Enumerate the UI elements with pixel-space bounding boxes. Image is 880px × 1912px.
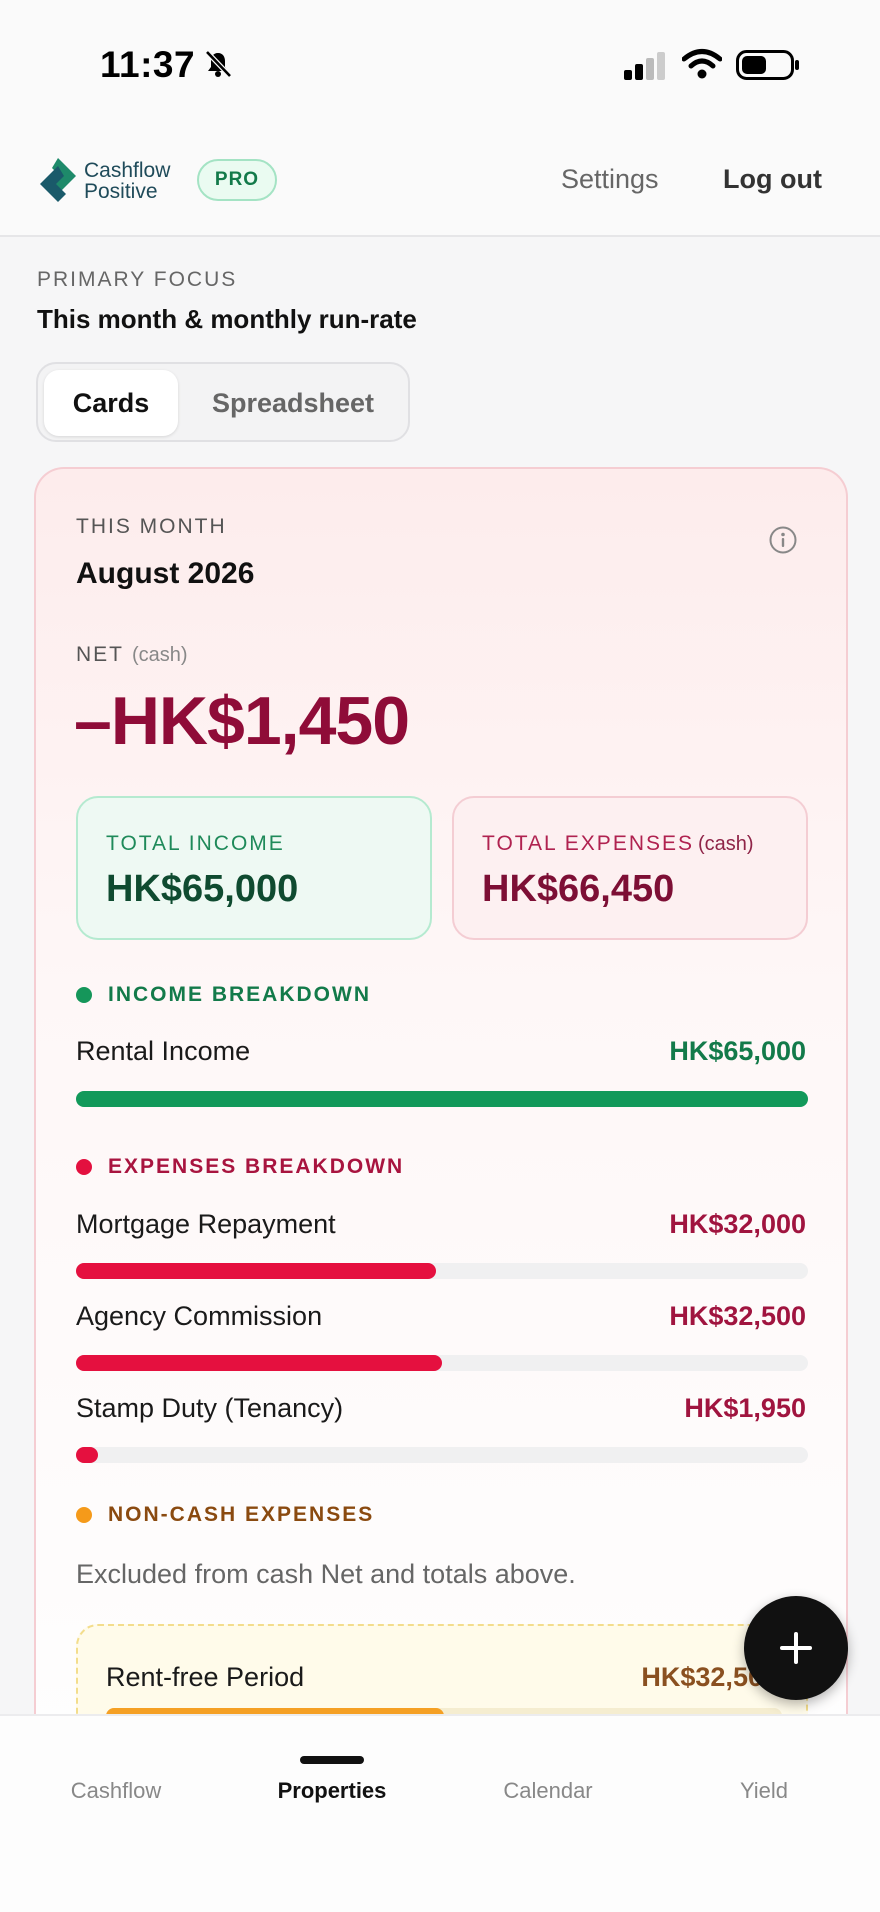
app-header: Cashflow Positive PRO Settings Log out (0, 130, 880, 237)
expense-item-label: Mortgage Repayment (76, 1209, 336, 1239)
cashflow-logo-icon[interactable] (38, 156, 78, 204)
active-tab-indicator (300, 1756, 364, 1764)
expenses-breakdown-heading: EXPENSES BREAKDOWN (76, 1155, 404, 1179)
signal-icon (624, 52, 665, 80)
total-income-value: HK$65,000 (106, 868, 299, 910)
expense-item-bar-fill (76, 1263, 437, 1279)
noncash-dot-icon (76, 1507, 92, 1523)
income-breakdown-heading: INCOME BREAKDOWN (76, 983, 371, 1007)
total-income-box: TOTAL INCOME HK$65,000 (76, 796, 432, 940)
settings-link[interactable]: Settings (561, 164, 659, 195)
tab-calendar[interactable]: Calendar (438, 1778, 658, 1804)
brand-name: Cashflow Positive (84, 159, 171, 203)
expense-item-bar-fill (76, 1355, 442, 1371)
bell-slash-icon (205, 50, 232, 78)
tab-yield[interactable]: Yield (654, 1778, 874, 1804)
spreadsheet-view-button[interactable]: Spreadsheet (184, 370, 402, 436)
primary-focus-label: PRIMARY FOCUS (37, 268, 238, 291)
plus-icon (780, 1632, 812, 1664)
expense-item-bar (76, 1355, 808, 1371)
net-value: –HK$1,450 (74, 683, 410, 759)
add-button[interactable] (744, 1596, 848, 1700)
bottom-tab-bar: Cashflow Properties Calendar Yield (0, 1714, 880, 1912)
tab-properties[interactable]: Properties (222, 1778, 442, 1804)
income-item-label: Rental Income (76, 1036, 251, 1066)
status-bar: 11:37 (0, 0, 880, 130)
total-expenses-value: HK$66,450 (482, 868, 675, 910)
total-income-label: TOTAL INCOME (106, 832, 285, 855)
income-dot-icon (76, 987, 92, 1003)
tab-cashflow[interactable]: Cashflow (6, 1778, 226, 1804)
expense-item-bar-fill (76, 1447, 98, 1463)
income-item-bar-fill (76, 1091, 808, 1107)
income-item-value: HK$65,000 (669, 1036, 806, 1066)
expense-item-value: HK$32,000 (669, 1209, 806, 1239)
total-expenses-label: TOTAL EXPENSES (cash) (482, 832, 754, 855)
expense-item-bar (76, 1447, 808, 1463)
info-icon[interactable] (768, 525, 798, 555)
cards-view-button[interactable]: Cards (44, 370, 178, 436)
expense-item-value: HK$32,500 (669, 1301, 806, 1331)
month-summary-card: THIS MONTH August 2026 NET (cash) –HK$1,4… (34, 467, 848, 1767)
battery-icon (736, 50, 799, 80)
this-month-label: THIS MONTH (76, 515, 227, 538)
expense-item-label: Stamp Duty (Tenancy) (76, 1393, 344, 1423)
pro-badge: PRO (197, 159, 277, 201)
status-time: 11:37 (100, 44, 196, 85)
total-expenses-box: TOTAL EXPENSES (cash) HK$66,450 (452, 796, 808, 940)
wifi-icon (682, 49, 722, 79)
month-value: August 2026 (76, 557, 255, 590)
income-item-bar (76, 1091, 808, 1107)
view-toggle: Cards Spreadsheet (36, 362, 410, 442)
non-cash-expenses-heading: NON-CASH EXPENSES (76, 1503, 374, 1527)
logout-link[interactable]: Log out (723, 164, 822, 195)
expense-item-bar (76, 1263, 808, 1279)
non-cash-note: Excluded from cash Net and totals above. (76, 1559, 576, 1589)
primary-focus-value: This month & monthly run-rate (37, 304, 417, 334)
expense-item-value: HK$1,950 (684, 1393, 806, 1423)
expense-dot-icon (76, 1159, 92, 1175)
expense-item-label: Agency Commission (76, 1301, 323, 1331)
net-label: NET (cash) (76, 643, 188, 666)
noncash-item-label: Rent-free Period (106, 1662, 305, 1692)
